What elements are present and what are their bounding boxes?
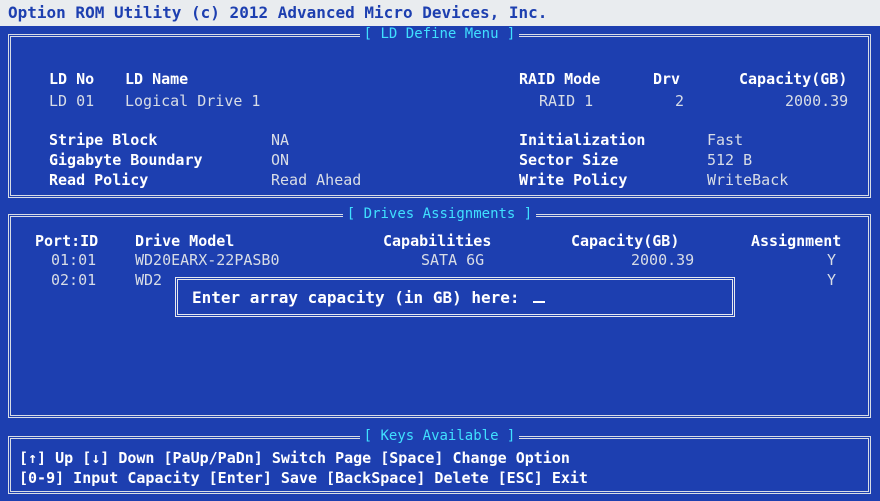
ld-name-value[interactable]: Logical Drive 1 xyxy=(125,92,260,110)
drives-assignments-title: [ Drives Assignments ] xyxy=(342,206,537,222)
raid-mode-header: RAID Mode xyxy=(519,70,601,88)
capabilities-header: Capabilities xyxy=(383,232,492,250)
sector-size-value[interactable]: 512 B xyxy=(707,151,752,169)
gigabyte-boundary-label: Gigabyte Boundary xyxy=(49,151,203,169)
keys-line-1: [↑] Up [↓] Down [PaUp/PaDn] Switch Page … xyxy=(19,449,570,467)
stripe-block-value[interactable]: NA xyxy=(271,131,289,149)
utility-title: Option ROM Utility (c) 2012 Advanced Mic… xyxy=(8,3,548,22)
capacity-header: Capacity(GB) xyxy=(571,232,680,250)
row2-port-id: 02:01 xyxy=(51,271,97,289)
raid-mode-value[interactable]: RAID 1 xyxy=(539,92,593,110)
ld-no-value[interactable]: LD 01 xyxy=(49,92,94,110)
row1-drive-model: WD20EARX-22PASB0 xyxy=(135,251,280,269)
drv-value: 2 xyxy=(675,92,685,110)
keys-line-2: [0-9] Input Capacity [Enter] Save [BackS… xyxy=(19,469,588,487)
row1-port-id: 01:01 xyxy=(51,251,97,269)
write-policy-label: Write Policy xyxy=(519,171,628,189)
drv-header: Drv xyxy=(653,70,681,88)
keys-available-title: [ Keys Available ] xyxy=(359,428,520,444)
text-cursor xyxy=(533,289,546,303)
sector-size-label: Sector Size xyxy=(519,151,619,169)
read-policy-value[interactable]: Read Ahead xyxy=(271,171,361,189)
gigabyte-boundary-value[interactable]: ON xyxy=(271,151,289,169)
ld-define-title: [ LD Define Menu ] xyxy=(359,26,520,42)
stripe-block-label: Stripe Block xyxy=(49,131,158,149)
capacity-header: Capacity(GB) xyxy=(739,70,848,88)
utility-title-bar: Option ROM Utility (c) 2012 Advanced Mic… xyxy=(0,0,880,26)
capacity-input-dialog[interactable]: Enter array capacity (in GB) here: xyxy=(175,277,735,317)
initialization-label: Initialization xyxy=(519,131,646,149)
row2-assignment[interactable]: Y xyxy=(827,271,836,289)
initialization-value[interactable]: Fast xyxy=(707,131,743,149)
assignment-header: Assignment xyxy=(751,232,842,250)
row1-assignment[interactable]: Y xyxy=(827,251,836,269)
read-policy-label: Read Policy xyxy=(49,171,149,189)
port-id-header: Port:ID xyxy=(35,232,99,250)
ld-no-header: LD No xyxy=(49,70,95,88)
capacity-input-prompt: Enter array capacity (in GB) here: xyxy=(192,288,530,307)
row1-capabilities: SATA 6G xyxy=(421,251,485,269)
capacity-value[interactable]: 2000.39 xyxy=(785,92,848,110)
drive-model-header: Drive Model xyxy=(135,232,235,250)
ld-name-header: LD Name xyxy=(125,70,189,88)
ld-define-panel: [ LD Define Menu ] LD No LD Name RAID Mo… xyxy=(8,26,871,198)
keys-available-panel: [ Keys Available ] [↑] Up [↓] Down [PaUp… xyxy=(8,428,871,494)
row2-drive-model: WD2 xyxy=(135,271,163,289)
row1-capacity: 2000.39 xyxy=(631,251,695,269)
write-policy-value[interactable]: WriteBack xyxy=(707,171,788,189)
